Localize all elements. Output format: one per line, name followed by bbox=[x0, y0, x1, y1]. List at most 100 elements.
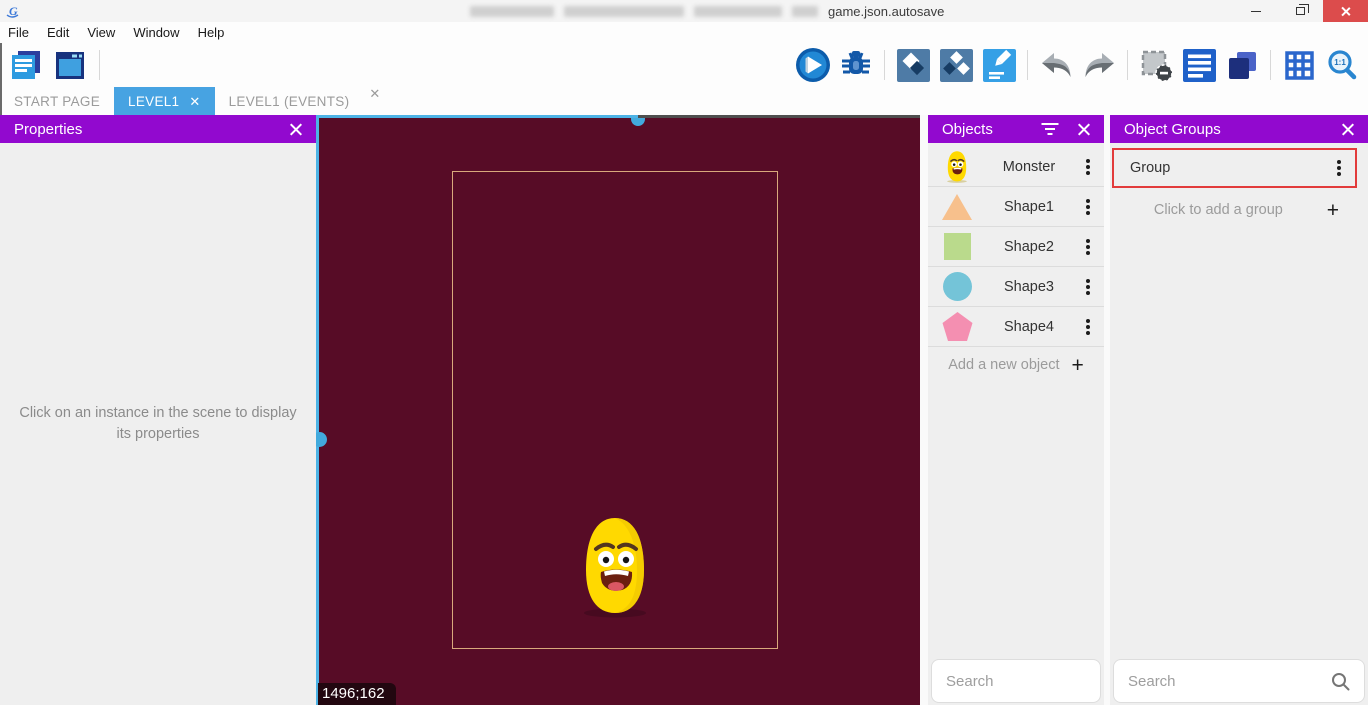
properties-editor-button[interactable] bbox=[981, 47, 1017, 83]
start-page-icon bbox=[53, 48, 87, 82]
properties-editor-icon bbox=[983, 49, 1016, 82]
circle-thumbnail bbox=[940, 272, 974, 301]
close-panel-icon[interactable] bbox=[1340, 122, 1355, 137]
scene-edge-top-inactive bbox=[638, 115, 920, 118]
redacted-text bbox=[694, 6, 782, 17]
object-row-shape2[interactable]: Shape2 bbox=[928, 227, 1104, 267]
toolbar-separator bbox=[1127, 50, 1128, 80]
tab-bar: START PAGE LEVEL1 ✕ LEVEL1 (EVENTS) ✕ bbox=[0, 87, 1368, 115]
project-manager-button[interactable] bbox=[8, 47, 44, 83]
preview-play-icon bbox=[795, 47, 831, 83]
minimize-icon bbox=[1251, 11, 1261, 12]
undo-icon bbox=[1040, 52, 1073, 79]
menu-view[interactable]: View bbox=[78, 22, 124, 43]
filter-icon[interactable] bbox=[1041, 123, 1058, 136]
project-manager-icon bbox=[9, 48, 43, 82]
zoom-ratio-button[interactable]: 1:1 bbox=[1324, 47, 1360, 83]
objects-panel-header: Objects bbox=[928, 115, 1104, 143]
redacted-text bbox=[564, 6, 684, 17]
object-groups-panel: Object Groups Group Click to add a group… bbox=[1110, 115, 1368, 705]
redacted-text bbox=[470, 6, 554, 17]
tab-label: START PAGE bbox=[14, 94, 100, 109]
panel-title: Object Groups bbox=[1124, 121, 1221, 138]
toolbar: 1:1 bbox=[0, 43, 1368, 87]
start-page-button[interactable] bbox=[52, 47, 88, 83]
redacted-text bbox=[792, 6, 818, 17]
properties-panel: Properties Click on an instance in the s… bbox=[0, 115, 316, 705]
pentagon-thumbnail bbox=[940, 312, 974, 342]
close-button[interactable] bbox=[1323, 0, 1368, 22]
object-menu-icon[interactable] bbox=[1086, 159, 1090, 163]
square-thumbnail bbox=[940, 233, 974, 260]
minimize-button[interactable] bbox=[1233, 0, 1278, 22]
object-menu-icon[interactable] bbox=[1086, 319, 1090, 323]
title-bar: G game.json.autosave bbox=[0, 0, 1368, 22]
menu-window[interactable]: Window bbox=[124, 22, 188, 43]
object-menu-icon[interactable] bbox=[1086, 279, 1090, 283]
tab-close-icon[interactable]: ✕ bbox=[189, 95, 200, 108]
add-object-label: Add a new object bbox=[948, 357, 1059, 373]
object-menu-icon[interactable] bbox=[1086, 239, 1090, 243]
grid-button[interactable] bbox=[1281, 47, 1317, 83]
toolbar-separator bbox=[884, 50, 885, 80]
group-menu-icon[interactable] bbox=[1337, 160, 1341, 164]
window-mask-icon bbox=[1226, 49, 1259, 82]
scene-resize-handle-left[interactable] bbox=[316, 432, 327, 447]
layers-list-icon bbox=[1183, 49, 1216, 82]
main-area: Properties Click on an instance in the s… bbox=[0, 115, 1368, 705]
properties-panel-header: Properties bbox=[0, 115, 316, 143]
object-groups-editor-button[interactable] bbox=[938, 47, 974, 83]
redo-button[interactable] bbox=[1081, 47, 1117, 83]
redo-icon bbox=[1083, 52, 1116, 79]
add-group-button[interactable]: Click to add a group + bbox=[1110, 193, 1355, 227]
menu-bar: File Edit View Window Help bbox=[0, 22, 1368, 43]
menu-help[interactable]: Help bbox=[189, 22, 234, 43]
object-row-shape1[interactable]: Shape1 bbox=[928, 187, 1104, 227]
close-panel-icon[interactable] bbox=[288, 122, 303, 137]
triangle-thumbnail bbox=[940, 194, 974, 220]
tab-close-icon[interactable]: ✕ bbox=[363, 87, 386, 115]
window-title: game.json.autosave bbox=[470, 0, 944, 22]
toolbar-separator bbox=[1270, 50, 1271, 80]
window-mask-button[interactable] bbox=[1224, 47, 1260, 83]
menu-file[interactable]: File bbox=[0, 22, 38, 43]
preview-play-button[interactable] bbox=[795, 47, 831, 83]
search-icon bbox=[1331, 672, 1350, 691]
objects-panel: Objects Monster Shape1 Shape2 bbox=[928, 115, 1104, 705]
tab-level1[interactable]: LEVEL1 ✕ bbox=[114, 87, 215, 115]
cursor-coordinates: 1496;162 bbox=[318, 683, 396, 705]
restore-button[interactable] bbox=[1278, 0, 1323, 22]
object-row-shape3[interactable]: Shape3 bbox=[928, 267, 1104, 307]
add-object-button[interactable]: Add a new object + bbox=[928, 347, 1104, 383]
plus-icon: + bbox=[1071, 355, 1083, 376]
restore-icon bbox=[1296, 7, 1305, 15]
scene-canvas[interactable]: 1496;162 bbox=[316, 115, 920, 705]
object-row-shape4[interactable]: Shape4 bbox=[928, 307, 1104, 347]
group-row-selected[interactable]: Group bbox=[1112, 148, 1357, 188]
instances-list-icon bbox=[1140, 49, 1173, 82]
layers-list-button[interactable] bbox=[1181, 47, 1217, 83]
object-name: Shape4 bbox=[974, 319, 1084, 335]
objects-editor-icon bbox=[897, 49, 930, 82]
tab-start-page[interactable]: START PAGE bbox=[0, 87, 114, 115]
monster-instance[interactable] bbox=[575, 514, 655, 618]
objects-editor-button[interactable] bbox=[895, 47, 931, 83]
debugger-button[interactable] bbox=[838, 47, 874, 83]
groups-search bbox=[1113, 659, 1365, 703]
scene-resize-handle-top[interactable] bbox=[631, 118, 645, 126]
close-icon bbox=[1340, 6, 1351, 17]
tab-level1-events[interactable]: LEVEL1 (EVENTS) bbox=[215, 87, 364, 115]
debugger-icon bbox=[840, 49, 872, 81]
close-panel-icon[interactable] bbox=[1076, 122, 1091, 137]
undo-button[interactable] bbox=[1038, 47, 1074, 83]
window-title-text: game.json.autosave bbox=[828, 4, 944, 19]
add-group-label: Click to add a group bbox=[1110, 202, 1327, 218]
group-name: Group bbox=[1130, 160, 1335, 176]
object-row-monster[interactable]: Monster bbox=[928, 147, 1104, 187]
menu-edit[interactable]: Edit bbox=[38, 22, 78, 43]
object-name: Shape3 bbox=[974, 279, 1084, 295]
groups-search-input[interactable] bbox=[1128, 673, 1331, 690]
instances-list-button[interactable] bbox=[1138, 47, 1174, 83]
panel-title: Objects bbox=[942, 121, 993, 138]
object-menu-icon[interactable] bbox=[1086, 199, 1090, 203]
